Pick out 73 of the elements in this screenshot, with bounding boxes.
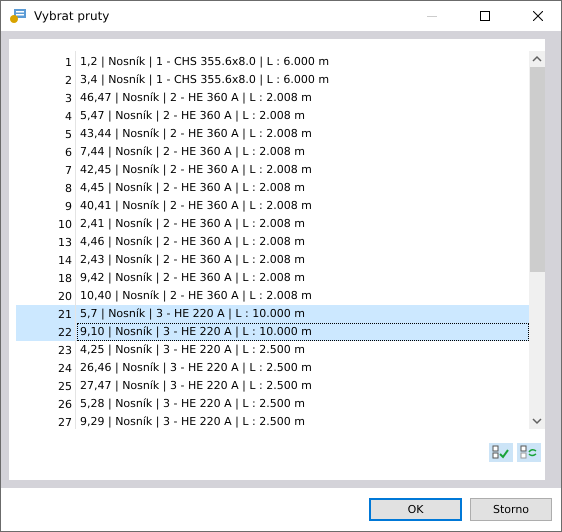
row-number: 25 [57,380,73,392]
scrollbar[interactable] [529,51,545,429]
row-number: 5 [64,128,73,140]
list-row[interactable]: 20 10,40 | Nosník | 2 - HE 360 A | L : 2.008 m [16,287,529,305]
list-row[interactable]: 3 46,47 | Nosník | 2 - HE 360 A | L : 2.008 m [16,89,529,107]
member-text: 4,46 | Nosník | 2 - HE 360 A | L : 2.008 m [79,234,306,250]
row-number: 23 [57,344,73,356]
member-text: 26,46 | Nosník | 3 - HE 220 A | L : 2.500 m [79,360,313,376]
member-text: 5,28 | Nosník | 3 - HE 220 A | L : 2.500 m [79,396,306,412]
list-row[interactable]: 4 5,47 | Nosník | 2 - HE 360 A | L : 2.008 m [16,107,529,125]
member-text: 9,42 | Nosník | 2 - HE 360 A | L : 2.008 m [79,270,306,286]
close-icon[interactable] [533,11,543,21]
ok-button[interactable]: OK [369,498,462,521]
list-row[interactable]: 6 7,44 | Nosník | 2 - HE 360 A | L : 2.008 m [16,143,529,161]
list-row[interactable]: 9 40,41 | Nosník | 2 - HE 360 A | L : 2.008 m [16,197,529,215]
member-text: 9,29 | Nosník | 3 - HE 220 A | L : 2.500 m [79,414,306,430]
list-row[interactable]: 2 3,4 | Nosník | 1 - CHS 355.6x8.0 | L : 6.000 m [16,71,529,89]
member-text: 3,4 | Nosník | 1 - CHS 355.6x8.0 | L : 6.000 m [79,72,330,88]
member-text: 2,43 | Nosník | 2 - HE 360 A | L : 2.008 m [79,252,306,268]
row-number: 18 [57,272,73,284]
row-number: 20 [57,290,73,302]
list-row[interactable]: 21 5,7 | Nosník | 3 - HE 220 A | L : 10.000 m [16,305,529,323]
cancel-button[interactable]: Storno [470,498,552,521]
member-text: 5,47 | Nosník | 2 - HE 360 A | L : 2.008 m [79,108,306,124]
member-text: 2,41 | Nosník | 2 - HE 360 A | L : 2.008 m [79,216,306,232]
row-number: 13 [57,236,73,248]
row-number: 27 [57,416,73,428]
row-number: 26 [57,398,73,410]
member-text: 43,44 | Nosník | 2 - HE 360 A | L : 2.008 m [79,126,313,142]
member-text: 9,10 | Nosník | 3 - HE 220 A | L : 10.000 m [77,323,529,341]
list-row[interactable]: 5 43,44 | Nosník | 2 - HE 360 A | L : 2.008 m [16,125,529,143]
row-number: 9 [64,200,73,212]
list-row[interactable]: 18 9,42 | Nosník | 2 - HE 360 A | L : 2.008 m [16,269,529,287]
list-row[interactable]: 10 2,41 | Nosník | 2 - HE 360 A | L : 2.008 m [16,215,529,233]
member-text: 4,25 | Nosník | 3 - HE 220 A | L : 2.500 m [79,342,306,358]
member-text: 46,47 | Nosník | 2 - HE 360 A | L : 2.008 m [79,90,313,106]
list-row[interactable]: 7 42,45 | Nosník | 2 - HE 360 A | L : 2.008 m [16,161,529,179]
list-row[interactable]: 8 4,45 | Nosník | 2 - HE 360 A | L : 2.008 m [16,179,529,197]
row-number: 3 [64,92,73,104]
member-text: 1,2 | Nosník | 1 - CHS 355.6x8.0 | L : 6.000 m [79,54,330,70]
row-number: 24 [57,362,73,374]
row-number: 6 [64,146,73,158]
list-row[interactable]: 13 4,46 | Nosník | 2 - HE 360 A | L : 2.008 m [16,233,529,251]
list-row[interactable]: 25 27,47 | Nosník | 3 - HE 220 A | L : 2.500 m [16,377,529,395]
row-number: 10 [57,218,73,230]
list-row[interactable]: 26 5,28 | Nosník | 3 - HE 220 A | L : 2.500 m [16,395,529,413]
app-icon [9,8,27,24]
member-text: 10,40 | Nosník | 2 - HE 360 A | L : 2.008 m [79,288,313,304]
member-text: 27,47 | Nosník | 3 - HE 220 A | L : 2.500 m [79,378,313,394]
list-row[interactable]: 14 2,43 | Nosník | 2 - HE 360 A | L : 2.008 m [16,251,529,269]
row-number: 14 [57,254,73,266]
member-text: 4,45 | Nosník | 2 - HE 360 A | L : 2.008 m [79,180,306,196]
row-number: 21 [57,308,73,320]
window-title: Vybrat pruty [34,9,110,23]
row-number: 8 [64,182,73,194]
member-text: 42,45 | Nosník | 2 - HE 360 A | L : 2.008 m [79,162,313,178]
row-number: 7 [64,164,73,176]
member-text: 7,44 | Nosník | 2 - HE 360 A | L : 2.008 m [79,144,306,160]
list-row[interactable]: 23 4,25 | Nosník | 3 - HE 220 A | L : 2.500 m [16,341,529,359]
list-row[interactable]: 27 9,29 | Nosník | 3 - HE 220 A | L : 2.500 m [16,413,529,431]
member-text: 5,7 | Nosník | 3 - HE 220 A | L : 10.000 m [79,306,306,322]
list-row[interactable]: 22 9,10 | Nosník | 3 - HE 220 A | L : 10.000 m [16,323,529,341]
member-text: 40,41 | Nosník | 2 - HE 360 A | L : 2.008 m [79,198,313,214]
list-row[interactable]: 24 26,46 | Nosník | 3 - HE 220 A | L : 2.500 m [16,359,529,377]
select-all-button[interactable] [489,443,513,462]
row-number: 1 [64,56,73,68]
invert-selection-button[interactable] [517,443,541,462]
row-number: 4 [64,110,73,122]
list-row[interactable]: 1 1,2 | Nosník | 1 - CHS 355.6x8.0 | L : 6.000 m [16,53,529,71]
row-number: 22 [57,326,73,338]
maximize-icon[interactable] [480,11,490,21]
scroll-thumb[interactable] [530,67,544,272]
row-number: 2 [64,74,73,86]
